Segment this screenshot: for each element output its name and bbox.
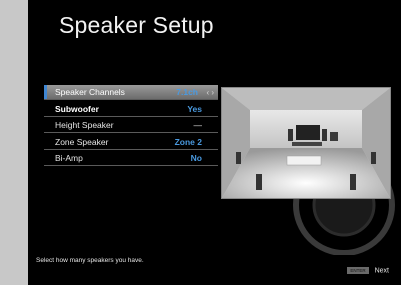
help-text: Select how many speakers you have.	[36, 257, 144, 264]
menu-item-value: No	[190, 153, 202, 163]
menu-item-label: Height Speaker	[55, 120, 114, 130]
surround-back-left-speaker-icon	[256, 174, 262, 190]
surround-back-right-speaker-icon	[350, 174, 356, 190]
surround-left-speaker-icon	[236, 152, 241, 164]
setup-menu: Speaker Channels 7.1ch ‹ › Subwoofer Yes…	[44, 85, 218, 168]
subwoofer-icon	[330, 132, 338, 141]
tv-icon	[296, 125, 320, 140]
front-right-speaker-icon	[322, 129, 327, 141]
next-button[interactable]: ENTER Next	[347, 267, 389, 274]
menu-item-zone-speaker[interactable]: Zone Speaker Zone 2	[44, 135, 218, 150]
left-right-arrows-icon[interactable]: ‹ ›	[206, 85, 214, 100]
room-illustration	[222, 88, 390, 198]
menu-item-speaker-channels[interactable]: Speaker Channels 7.1ch ‹ ›	[44, 85, 218, 100]
surround-right-speaker-icon	[371, 152, 376, 164]
menu-item-value: Yes	[187, 103, 202, 114]
front-left-speaker-icon	[288, 129, 293, 141]
menu-item-label: Zone Speaker	[55, 136, 109, 147]
sofa-icon	[286, 155, 322, 166]
menu-item-height-speaker[interactable]: Height Speaker —	[44, 118, 218, 133]
enter-key-icon: ENTER	[347, 267, 369, 274]
page-title: Speaker Setup	[59, 12, 214, 38]
menu-item-label: Speaker Channels	[55, 87, 125, 97]
menu-item-label: Subwoofer	[55, 103, 99, 114]
menu-item-bi-amp[interactable]: Bi-Amp No	[44, 151, 218, 166]
menu-item-value: 7.1ch	[176, 87, 198, 97]
menu-item-value: Zone 2	[174, 136, 202, 147]
menu-item-subwoofer[interactable]: Subwoofer Yes	[44, 102, 218, 117]
center-speaker-icon	[292, 142, 322, 146]
next-label: Next	[374, 267, 389, 275]
menu-item-value: —	[193, 120, 203, 130]
menu-item-label: Bi-Amp	[55, 153, 83, 163]
setup-screen: Speaker Setup Speaker Channels 7.1ch ‹ ›…	[28, 0, 401, 285]
speaker-layout-preview	[221, 87, 391, 199]
